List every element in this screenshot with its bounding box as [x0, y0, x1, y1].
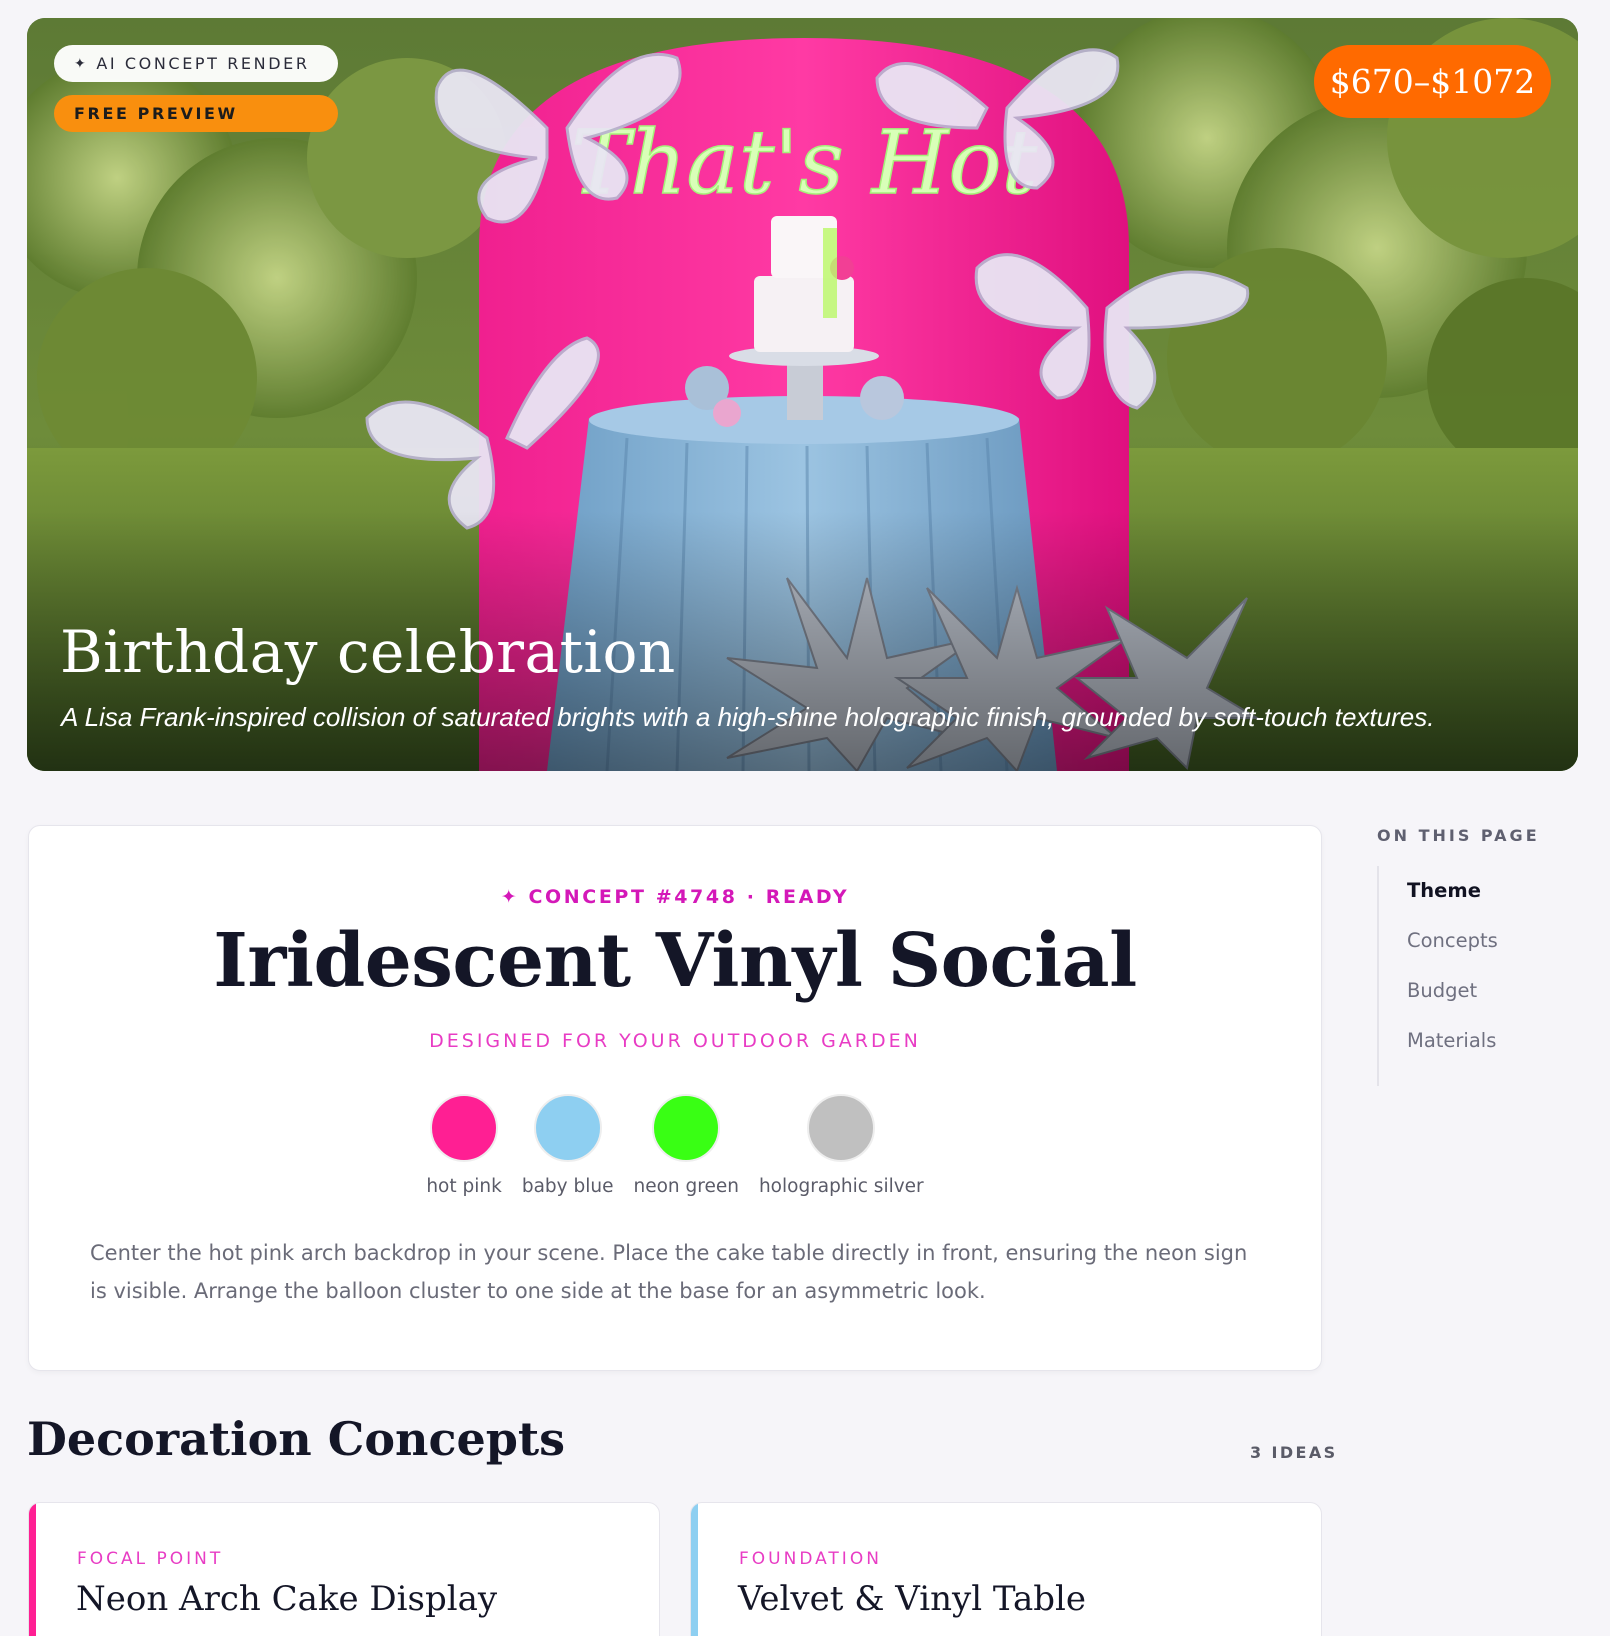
toc-item-concepts[interactable]: Concepts — [1407, 926, 1498, 976]
concepts-section-title: Decoration Concepts — [27, 1412, 566, 1466]
hero-subtitle: A Lisa Frank-inspired collision of satur… — [61, 702, 1435, 732]
swatch-label: hot pink — [426, 1176, 502, 1197]
palette-swatch: neon green — [633, 1094, 739, 1197]
palette-swatch: baby blue — [521, 1094, 614, 1197]
card-title: Velvet & Vinyl Table — [738, 1579, 1086, 1619]
toc-item-budget[interactable]: Budget — [1407, 976, 1498, 1026]
hero-banner: That's Hot ✦ AI CONCEPT RENDER FREE PREV… — [27, 18, 1578, 771]
toc-item-theme[interactable]: Theme — [1407, 876, 1498, 926]
swatch-label: holographic silver — [758, 1176, 924, 1197]
ai-concept-render-badge: ✦ AI CONCEPT RENDER — [54, 45, 338, 82]
card-kicker: FOUNDATION — [739, 1549, 882, 1569]
card-kicker: FOCAL POINT — [77, 1549, 224, 1569]
theme-card: ✦ CONCEPT #4748 · READY Iridescent Vinyl… — [28, 825, 1322, 1371]
concept-card[interactable]: FOUNDATION Velvet & Vinyl Table — [690, 1502, 1322, 1636]
swatch-label: neon green — [633, 1176, 739, 1197]
concept-id-tag: ✦ CONCEPT #4748 · READY — [500, 886, 850, 908]
ideas-count: 3 IDEAS — [1250, 1443, 1338, 1462]
designed-for-label: DESIGNED FOR YOUR OUTDOOR GARDEN — [429, 1030, 921, 1052]
swatch-dot — [533, 1094, 602, 1162]
swatch-label: baby blue — [521, 1176, 614, 1197]
swatch-dot — [652, 1094, 721, 1162]
swatch-dot — [430, 1094, 499, 1162]
theme-description: Center the hot pink arch backdrop in you… — [90, 1241, 1248, 1303]
price-range-badge: $670–$1072 — [1314, 45, 1551, 118]
free-preview-label: FREE PREVIEW — [74, 104, 238, 123]
hero-title: Birthday celebration — [60, 618, 676, 686]
card-accent-bar — [691, 1503, 698, 1636]
color-palette: hot pink baby blue neon green holographi… — [29, 1094, 1321, 1197]
palette-swatch: hot pink — [426, 1094, 502, 1197]
swatch-dot — [807, 1094, 876, 1162]
theme-title: Iridescent Vinyl Social — [213, 918, 1137, 1004]
concept-card[interactable]: FOCAL POINT Neon Arch Cake Display — [28, 1502, 660, 1636]
toc-title: ON THIS PAGE — [1377, 826, 1540, 845]
palette-swatch: holographic silver — [759, 1094, 924, 1197]
card-title: Neon Arch Cake Display — [76, 1579, 498, 1619]
card-accent-bar — [29, 1503, 36, 1636]
free-preview-badge: FREE PREVIEW — [54, 95, 338, 132]
sparkle-icon: ✦ — [74, 55, 89, 72]
on-this-page-nav: Theme Concepts Budget Materials — [1377, 866, 1498, 1086]
toc-item-materials[interactable]: Materials — [1407, 1026, 1498, 1076]
ai-badge-label: AI CONCEPT RENDER — [96, 54, 310, 73]
